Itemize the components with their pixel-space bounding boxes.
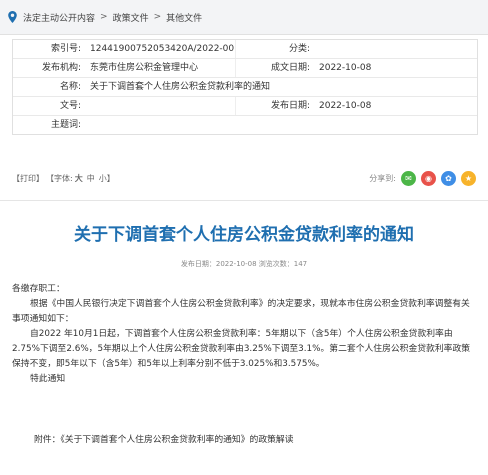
topic-label: 主题词: xyxy=(50,120,81,130)
breadcrumb-item[interactable]: 政策文件 xyxy=(113,11,149,24)
publish-info: 发布日期：2022-10-08 浏览次数：147 xyxy=(180,260,308,268)
category-value xyxy=(310,40,319,58)
name-label: 名称: xyxy=(59,82,81,92)
article-toolbar: 【打印】 【字体: 大中小】 分享到: ✉ ◉ ✿ ★ xyxy=(12,168,476,188)
location-pin-icon xyxy=(8,11,17,23)
article-title: 关于下调首套个人住房公积金贷款利率的通知 xyxy=(74,225,414,245)
greeting: 各缴存职工： xyxy=(12,284,65,294)
print-button[interactable]: 【打印】 xyxy=(12,174,44,183)
breadcrumb-separator: > xyxy=(100,12,108,22)
meta-row: 主题词: xyxy=(13,116,477,134)
created-date-label: 成文日期: xyxy=(270,63,310,73)
topic-value xyxy=(81,116,90,134)
divider xyxy=(0,200,488,201)
index-value: 12441900752053420A/2022-00151 xyxy=(90,44,235,54)
document-metadata-table: 索引号: 12441900752053420A/2022-00151 分类: 发布… xyxy=(12,39,478,135)
publisher-label: 发布机构: xyxy=(41,63,81,73)
meta-row: 文号: 发布日期: 2022-10-08 xyxy=(13,97,477,116)
qq-icon[interactable]: ✿ xyxy=(441,170,456,186)
meta-row: 名称: 关于下调首套个人住房公积金贷款利率的通知 xyxy=(13,78,477,97)
share-label: 分享到: xyxy=(369,173,396,183)
index-label: 索引号: xyxy=(50,44,81,54)
qzone-icon[interactable]: ★ xyxy=(461,170,476,186)
attachment-link[interactable]: 附件：《关于下调首套个人住房公积金贷款利率的通知》的政策解读 xyxy=(34,432,294,445)
docno-value xyxy=(81,97,90,115)
wechat-icon[interactable]: ✉ xyxy=(401,170,416,186)
name-value: 关于下调首套个人住房公积金贷款利率的通知 xyxy=(90,82,271,92)
breadcrumb-item[interactable]: 法定主动公开内容 xyxy=(23,11,95,24)
font-small-button[interactable]: 小】 xyxy=(99,174,115,183)
docno-label: 文号: xyxy=(59,101,81,111)
closing: 特此通知 xyxy=(30,374,66,384)
publisher-value: 东莞市住房公积金管理中心 xyxy=(90,63,199,73)
pubdate-value: 2022-10-08 xyxy=(319,101,372,111)
paragraph: 根据《中国人民银行决定下调首套个人住房公积金贷款利率》的决定要求，现就本市住房公… xyxy=(12,299,470,324)
pubdate-label: 发布日期: xyxy=(270,101,310,111)
font-large-button[interactable]: 大 xyxy=(75,174,83,183)
breadcrumb-separator: > xyxy=(153,12,162,22)
article-body: 各缴存职工： 根据《中国人民银行决定下调首套个人住房公积金贷款利率》的决定要求，… xyxy=(12,282,474,387)
created-date-value: 2022-10-08 xyxy=(319,63,372,73)
breadcrumb: 法定主动公开内容 > 政策文件 > 其他文件 xyxy=(0,0,488,35)
meta-row: 发布机构: 东莞市住房公积金管理中心 成文日期: 2022-10-08 xyxy=(13,59,477,78)
paragraph: 自2022 年10月1日起，下调首套个人住房公积金贷款利率：5年期以下（含5年）… xyxy=(12,329,471,369)
category-label: 分类: xyxy=(288,44,310,54)
breadcrumb-item[interactable]: 其他文件 xyxy=(166,11,202,24)
meta-row: 索引号: 12441900752053420A/2022-00151 分类: xyxy=(13,40,477,59)
weibo-icon[interactable]: ◉ xyxy=(421,170,436,186)
font-size-label: 【字体: xyxy=(50,173,73,183)
share-bar: 分享到: ✉ ◉ ✿ ★ xyxy=(369,170,476,186)
font-medium-button[interactable]: 中 xyxy=(87,174,95,183)
